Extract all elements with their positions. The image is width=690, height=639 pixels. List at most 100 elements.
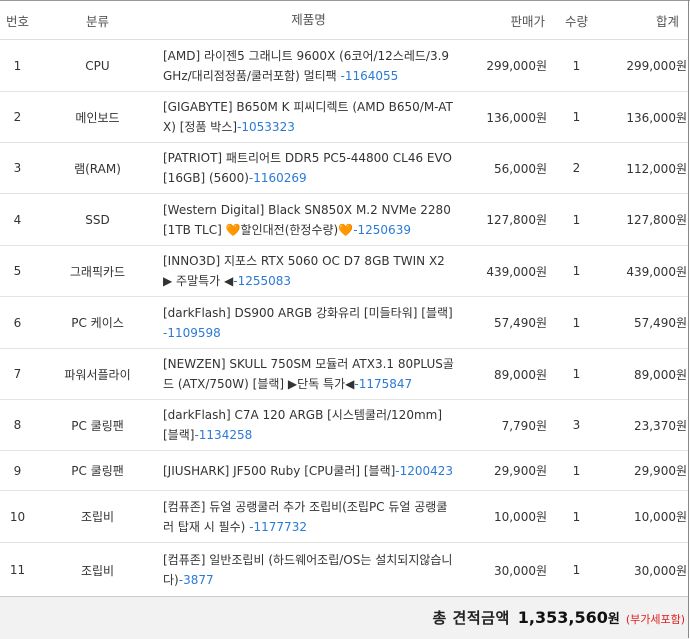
row-price: 7,790원 — [460, 399, 549, 451]
row-no: 7 — [0, 348, 35, 400]
row-no: 3 — [0, 142, 35, 194]
product-name-link[interactable]: [GIGABYTE] B650M K 피씨디렉트 (AMD B650/M-ATX… — [163, 100, 453, 134]
right-border — [688, 0, 689, 638]
table-row: 6 PC 케이스 [darkFlash] DS900 ARGB 강화유리 [미들… — [0, 296, 689, 349]
product-name-link[interactable]: [PATRIOT] 패트리어트 DDR5 PC5-44800 CL46 EVO … — [163, 151, 452, 185]
row-total: 136,000원 — [604, 91, 689, 143]
total-unit: 원 — [607, 612, 620, 627]
row-category: 조립비 — [35, 490, 160, 543]
row-total: 439,000원 — [604, 245, 689, 297]
row-total: 29,900원 — [604, 450, 689, 491]
product-code-link[interactable]: -1250639 — [353, 223, 411, 237]
header-qty: 수량 — [549, 1, 604, 40]
row-category: 그래픽카드 — [35, 245, 160, 297]
header-no: 번호 — [0, 1, 35, 40]
row-no: 4 — [0, 193, 35, 246]
product-code-link[interactable]: -1175847 — [354, 377, 412, 391]
header-total: 합계 — [604, 1, 689, 40]
product-code-link[interactable]: -1109598 — [163, 326, 221, 340]
product-code-link[interactable]: -1200423 — [395, 464, 453, 478]
total-label: 총 견적금액 — [432, 609, 510, 627]
row-qty: 2 — [549, 142, 604, 194]
row-category: PC 쿨링팬 — [35, 450, 160, 491]
row-product: [Western Digital] Black SN850X M.2 NVMe … — [160, 193, 460, 246]
row-no: 2 — [0, 91, 35, 143]
product-code-link[interactable]: -3877 — [179, 573, 214, 587]
table-row: 2 메인보드 [GIGABYTE] B650M K 피씨디렉트 (AMD B65… — [0, 91, 689, 143]
row-price: 127,800원 — [460, 193, 549, 246]
promo-label[interactable]: 할인대전(한정수량) — [241, 223, 339, 237]
row-no: 1 — [0, 39, 35, 92]
table-row: 9 PC 쿨링팬 [JIUSHARK] JF500 Ruby [CPU쿨러] [… — [0, 450, 689, 491]
row-product: [컴퓨존] 일반조립비 (하드웨어조립/OS는 설치되지않습니다)-3877 — [160, 542, 460, 598]
row-product: [컴퓨존] 듀얼 공랭쿨러 추가 조립비(조립PC 듀얼 공랭쿨러 탑재 시 필… — [160, 490, 460, 543]
table-row: 8 PC 쿨링팬 [darkFlash] C7A 120 ARGB [시스템쿨러… — [0, 399, 689, 451]
product-name-link[interactable]: [AMD] 라이젠5 그래니트 9600X (6코어/12스레드/3.9GHz/… — [163, 49, 449, 83]
row-no: 6 — [0, 296, 35, 349]
row-no: 10 — [0, 490, 35, 543]
product-code-link[interactable]: -1255083 — [233, 274, 291, 288]
product-name-link[interactable]: [INNO3D] 지포스 RTX 5060 OC D7 8GB TWIN X2 … — [163, 254, 445, 288]
row-price: 57,490원 — [460, 296, 549, 349]
row-price: 10,000원 — [460, 490, 549, 543]
row-product: [INNO3D] 지포스 RTX 5060 OC D7 8GB TWIN X2 … — [160, 245, 460, 297]
table-row: 3 램(RAM) [PATRIOT] 패트리어트 DDR5 PC5-44800 … — [0, 142, 689, 194]
row-no: 5 — [0, 245, 35, 297]
row-qty: 1 — [549, 542, 604, 598]
estimate-panel: 번호 분류 제품명 판매가 수량 합계 1 CPU [AMD] 라이젠5 그래니… — [0, 0, 690, 639]
row-qty: 1 — [549, 245, 604, 297]
row-category: SSD — [35, 193, 160, 246]
table-row: 1 CPU [AMD] 라이젠5 그래니트 9600X (6코어/12스레드/3… — [0, 39, 689, 92]
row-qty: 3 — [549, 399, 604, 451]
row-category: CPU — [35, 39, 160, 92]
row-category: 램(RAM) — [35, 142, 160, 194]
row-total: 57,490원 — [604, 296, 689, 349]
header-product: 제품명 — [160, 1, 460, 40]
row-price: 30,000원 — [460, 542, 549, 598]
estimate-table: 번호 분류 제품명 판매가 수량 합계 1 CPU [AMD] 라이젠5 그래니… — [0, 1, 689, 598]
header-category: 분류 — [35, 1, 160, 40]
row-qty: 1 — [549, 348, 604, 400]
row-product: [darkFlash] DS900 ARGB 강화유리 [미들타워] [블랙] -… — [160, 296, 460, 349]
product-code-link[interactable]: -1053323 — [237, 120, 295, 134]
table-row: 4 SSD [Western Digital] Black SN850X M.2… — [0, 193, 689, 246]
product-code-link[interactable]: -1164055 — [341, 69, 399, 83]
product-code-link[interactable]: -1134258 — [194, 428, 252, 442]
row-category: 메인보드 — [35, 91, 160, 143]
row-total: 89,000원 — [604, 348, 689, 400]
row-price: 89,000원 — [460, 348, 549, 400]
row-total: 30,000원 — [604, 542, 689, 598]
row-product: [JIUSHARK] JF500 Ruby [CPU쿨러] [블랙]-12004… — [160, 450, 460, 491]
row-no: 8 — [0, 399, 35, 451]
row-product: [PATRIOT] 패트리어트 DDR5 PC5-44800 CL46 EVO … — [160, 142, 460, 194]
row-qty: 1 — [549, 450, 604, 491]
table-row: 10 조립비 [컴퓨존] 듀얼 공랭쿨러 추가 조립비(조립PC 듀얼 공랭쿨러… — [0, 490, 689, 543]
row-category: PC 쿨링팬 — [35, 399, 160, 451]
total-summary: 총 견적금액 1,353,560 원 (부가세포함) — [433, 607, 685, 631]
row-price: 56,000원 — [460, 142, 549, 194]
row-price: 439,000원 — [460, 245, 549, 297]
row-product: [darkFlash] C7A 120 ARGB [시스템쿨러/120mm] [… — [160, 399, 460, 451]
row-qty: 1 — [549, 193, 604, 246]
product-name-link[interactable]: [darkFlash] DS900 ARGB 강화유리 [미들타워] [블랙] — [163, 306, 453, 320]
row-total: 10,000원 — [604, 490, 689, 543]
table-header-row: 번호 분류 제품명 판매가 수량 합계 — [0, 1, 689, 40]
row-total: 112,000원 — [604, 142, 689, 194]
product-code-link[interactable]: -1160269 — [249, 171, 307, 185]
row-qty: 1 — [549, 39, 604, 92]
total-summary-bar: 총 견적금액 1,353,560 원 (부가세포함) — [0, 596, 689, 639]
row-no: 9 — [0, 450, 35, 491]
table-row: 11 조립비 [컴퓨존] 일반조립비 (하드웨어조립/OS는 설치되지않습니다)… — [0, 542, 689, 598]
row-product: [NEWZEN] SKULL 750SM 모듈러 ATX3.1 80PLUS골드… — [160, 348, 460, 400]
row-product: [AMD] 라이젠5 그래니트 9600X (6코어/12스레드/3.9GHz/… — [160, 39, 460, 92]
row-qty: 1 — [549, 91, 604, 143]
heart-icon: 🧡 — [338, 222, 354, 237]
vat-note: (부가세포함) — [625, 613, 685, 626]
header-price: 판매가 — [460, 1, 549, 40]
total-amount: 1,353,560 — [517, 608, 608, 627]
product-code-link[interactable]: -1177732 — [249, 520, 307, 534]
row-price: 299,000원 — [460, 39, 549, 92]
row-qty: 1 — [549, 296, 604, 349]
product-name-link[interactable]: [JIUSHARK] JF500 Ruby [CPU쿨러] [블랙] — [163, 464, 395, 478]
table-row: 7 파워서플라이 [NEWZEN] SKULL 750SM 모듈러 ATX3.1… — [0, 348, 689, 400]
